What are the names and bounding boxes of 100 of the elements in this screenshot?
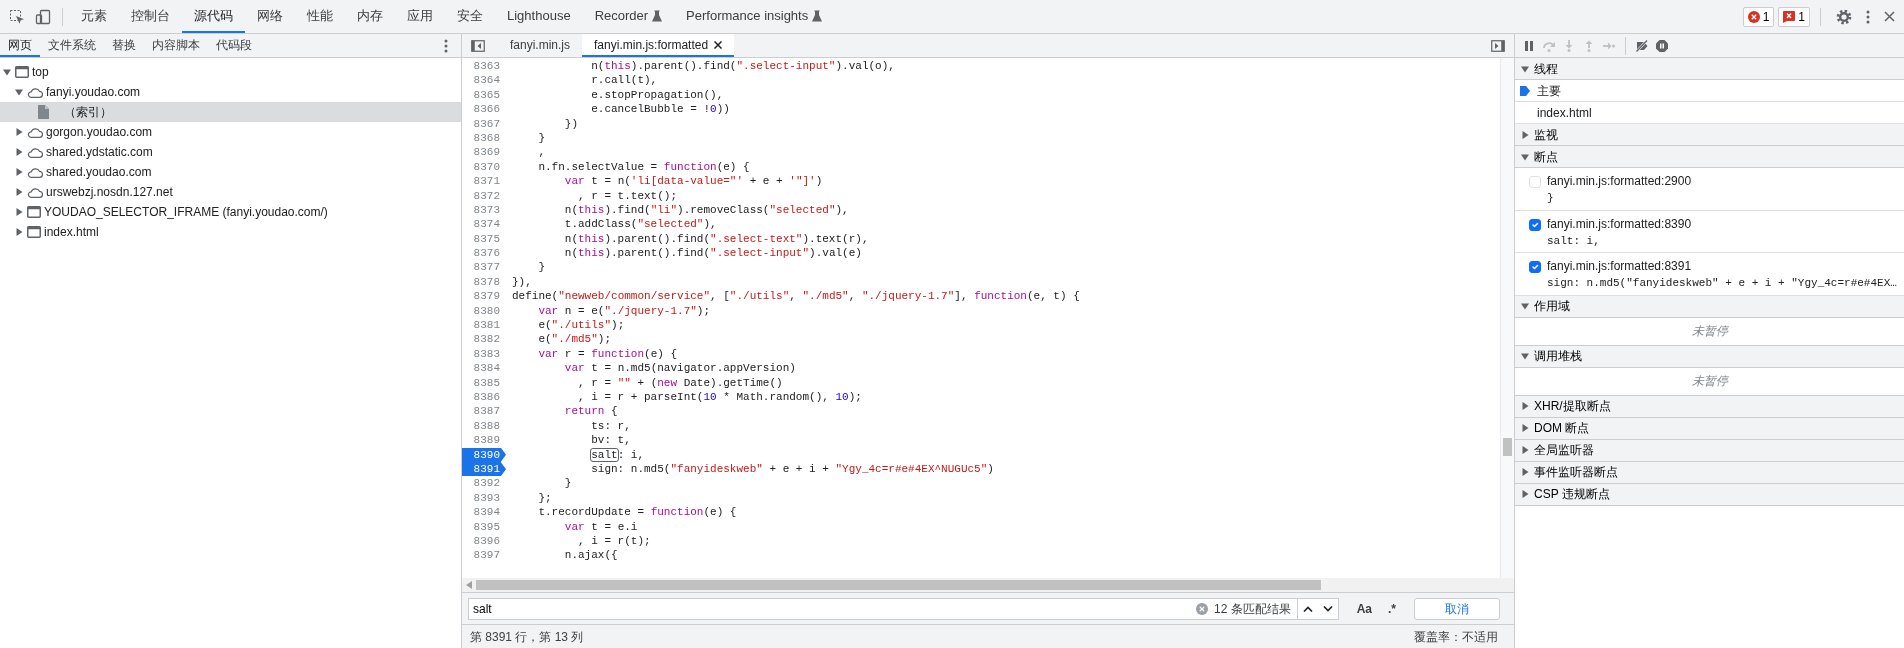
search-field[interactable]: salt — [469, 598, 1196, 619]
panel-tab[interactable]: Performance insights — [674, 0, 835, 33]
navigator-tab[interactable]: 网页 — [0, 34, 40, 57]
collapse-triangle-icon[interactable] — [1521, 302, 1529, 310]
section-header[interactable]: 全局监听器 — [1515, 439, 1904, 462]
line-number[interactable]: 8367 — [462, 116, 506, 131]
tree-item[interactable]: shared.ydstatic.com — [0, 142, 461, 162]
line-number[interactable]: 8370 — [462, 159, 506, 175]
line-number[interactable]: 8363 — [462, 59, 506, 74]
navigator-tab[interactable]: 替换 — [104, 34, 144, 57]
line-number[interactable]: 8393 — [462, 490, 506, 506]
line-number[interactable]: 8385 — [462, 375, 506, 390]
file-tab[interactable]: fanyi.min.js — [498, 34, 583, 57]
pause-on-exceptions-icon[interactable] — [1656, 39, 1668, 52]
sidebar-toggle-icon[interactable] — [471, 39, 485, 52]
panel-tab[interactable]: Recorder — [582, 0, 675, 33]
panel-tab[interactable]: 应用 — [395, 0, 445, 33]
section-header[interactable]: 监视 — [1515, 124, 1904, 146]
breakpoint-checkbox[interactable] — [1529, 218, 1541, 231]
expand-triangle-icon[interactable] — [15, 128, 23, 136]
line-number[interactable]: 8386 — [462, 390, 506, 405]
breakpoint-location[interactable]: fanyi.min.js:formatted:8391 — [1547, 257, 1897, 275]
line-number[interactable]: 8376 — [462, 246, 506, 261]
expand-triangle-icon[interactable] — [15, 148, 23, 156]
chevron-down-icon[interactable] — [1322, 605, 1333, 612]
expand-triangle-icon[interactable] — [15, 208, 23, 216]
pause-icon[interactable] — [1523, 39, 1535, 52]
match-case-toggle[interactable]: Aa — [1350, 599, 1378, 618]
line-number[interactable]: 8369 — [462, 145, 506, 160]
line-number[interactable]: 8378 — [462, 274, 506, 290]
collapse-triangle-icon[interactable] — [1521, 152, 1529, 161]
more-icon[interactable] — [444, 38, 448, 53]
section-header[interactable]: XHR/提取断点 — [1515, 395, 1904, 418]
collapse-triangle-icon[interactable] — [1521, 64, 1529, 73]
collapse-triangle-icon[interactable] — [3, 68, 11, 76]
line-number[interactable]: 8395 — [462, 519, 506, 534]
issue-counter[interactable]: 1 — [1742, 6, 1775, 27]
panel-tab[interactable]: 性能 — [295, 0, 345, 33]
deactivate-breakpoints-icon[interactable] — [1636, 39, 1648, 52]
expand-triangle-icon[interactable] — [1521, 446, 1529, 454]
thread-item[interactable]: 主要 — [1515, 80, 1904, 102]
search-box[interactable]: salt 12 条匹配结果 — [468, 597, 1339, 620]
issue-counter[interactable]: 1 — [1778, 6, 1810, 27]
more-icon[interactable] — [1866, 9, 1870, 24]
line-number[interactable]: 8366 — [462, 102, 506, 117]
line-number[interactable]: 8381 — [462, 318, 506, 333]
line-number[interactable]: 8388 — [462, 418, 506, 434]
expand-triangle-icon[interactable] — [1521, 424, 1529, 432]
section-header[interactable]: 作用域 — [1515, 295, 1904, 318]
line-number[interactable]: 8394 — [462, 505, 506, 520]
line-number[interactable]: 8374 — [462, 217, 506, 232]
tree-item[interactable]: （索引） — [0, 102, 461, 122]
tree-item[interactable]: index.html — [0, 222, 461, 242]
close-icon[interactable] — [714, 40, 723, 49]
line-number[interactable]: 8375 — [462, 231, 506, 247]
line-number[interactable]: 8397 — [462, 548, 506, 563]
expand-triangle-icon[interactable] — [1521, 490, 1529, 498]
regex-toggle[interactable]: .* — [1382, 599, 1402, 618]
line-number[interactable]: 8389 — [462, 433, 506, 448]
line-number[interactable]: 8365 — [462, 87, 506, 103]
chevron-up-icon[interactable] — [1302, 605, 1313, 612]
panel-tab[interactable]: 安全 — [445, 0, 495, 33]
collapse-triangle-icon[interactable] — [15, 88, 23, 96]
panel-tab[interactable]: Lighthouse — [495, 0, 583, 33]
line-number[interactable]: 8372 — [462, 188, 506, 203]
expand-triangle-icon[interactable] — [1521, 402, 1529, 410]
breakpoint-checkbox[interactable] — [1529, 261, 1541, 273]
clear-icon[interactable] — [1195, 602, 1208, 615]
line-number[interactable]: 8380 — [462, 303, 506, 319]
line-number[interactable]: 8384 — [462, 361, 506, 376]
settings-icon[interactable] — [1836, 8, 1852, 25]
line-number[interactable]: 8371 — [462, 174, 506, 189]
horizontal-scrollbar[interactable] — [462, 578, 1514, 592]
breakpoint-location[interactable]: fanyi.min.js:formatted:2900 — [1547, 172, 1692, 190]
panel-tab[interactable]: 网络 — [245, 0, 295, 33]
expand-triangle-icon[interactable] — [15, 228, 23, 236]
sidebar-toggle-icon[interactable] — [1491, 39, 1505, 52]
expand-triangle-icon[interactable] — [1521, 468, 1529, 476]
tree-item[interactable]: top — [0, 62, 461, 82]
navigator-tab[interactable]: 内容脚本 — [144, 34, 208, 57]
panel-tab[interactable]: 控制台 — [119, 0, 182, 33]
breakpoint-location[interactable]: fanyi.min.js:formatted:8390 — [1547, 214, 1692, 233]
line-number[interactable]: 8379 — [462, 289, 506, 304]
tree-item[interactable]: shared.youdao.com — [0, 162, 461, 182]
navigator-tab[interactable]: 代码段 — [208, 34, 260, 57]
expand-triangle-icon[interactable] — [15, 168, 23, 176]
line-number[interactable]: 8364 — [462, 73, 506, 88]
breakpoint-marker[interactable]: 8390 — [462, 447, 506, 462]
tree-item[interactable]: YOUDAO_SELECTOR_IFRAME (fanyi.youdao.com/) — [0, 202, 461, 222]
device-icon[interactable] — [35, 8, 51, 25]
line-number[interactable]: 8396 — [462, 533, 506, 549]
panel-tab[interactable]: 元素 — [69, 0, 119, 33]
line-number[interactable]: 8382 — [462, 332, 506, 347]
expand-triangle-icon[interactable] — [15, 188, 23, 196]
tree-item[interactable]: urswebzj.nosdn.127.net — [0, 182, 461, 202]
panel-tab[interactable]: 内存 — [345, 0, 395, 33]
tree-item[interactable]: gorgon.youdao.com — [0, 122, 461, 142]
section-header[interactable]: 调用堆栈 — [1515, 345, 1904, 368]
section-header[interactable]: CSP 违规断点 — [1515, 483, 1904, 506]
section-header[interactable]: 事件监听器断点 — [1515, 461, 1904, 484]
